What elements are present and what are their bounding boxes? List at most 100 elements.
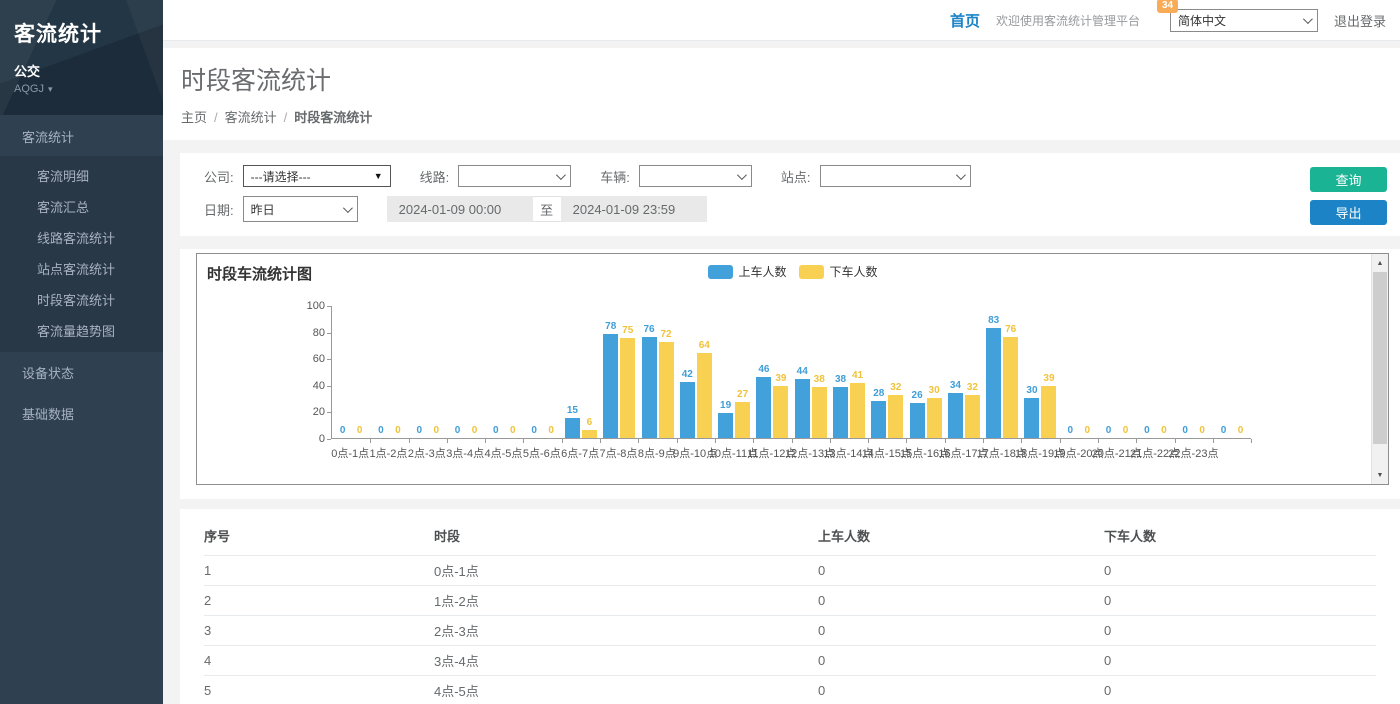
table-cell: 3 — [204, 616, 434, 646]
page-heading: 时段客流统计 主页/客流统计/时段客流统计 — [163, 48, 1400, 140]
bar-wrap: 38 — [833, 375, 848, 438]
sidebar-subitem[interactable]: 时段客流统计 — [0, 284, 163, 315]
station-select[interactable] — [820, 165, 971, 187]
x-axis-label: 6点-7点 — [561, 445, 599, 461]
x-axis-label: 4点-5点 — [484, 445, 522, 461]
vehicle-select[interactable] — [639, 165, 752, 187]
bar-wrap: 19 — [718, 401, 733, 438]
bar-wrap: 0 — [373, 426, 388, 438]
y-axis-label: 0 — [295, 433, 325, 445]
bar-wrap: 0 — [1233, 426, 1248, 438]
station-filter: 站点: — [781, 165, 971, 187]
sidebar-submenu: 客流明细客流汇总线路客流统计站点客流统计时段客流统计客流量趋势图 — [0, 156, 163, 352]
y-axis-tick — [327, 412, 331, 413]
bar-value-label: 15 — [567, 406, 578, 416]
y-axis-label: 60 — [295, 353, 325, 365]
bar-value-label: 0 — [1085, 426, 1091, 436]
line-select[interactable] — [458, 165, 571, 187]
scrollbar-thumb[interactable] — [1373, 272, 1387, 444]
bar-value-label: 0 — [1144, 426, 1150, 436]
y-axis-tick — [327, 306, 331, 307]
sidebar-subitem[interactable]: 客流汇总 — [0, 191, 163, 222]
bar-group: 00 — [332, 306, 370, 438]
date-preset-value: 昨日 — [251, 201, 275, 218]
bar-value-label: 19 — [720, 401, 731, 411]
sidebar-subitem[interactable]: 客流量趋势图 — [0, 315, 163, 346]
legend-item[interactable]: 下车人数 — [799, 263, 878, 280]
bar-value-label: 30 — [929, 386, 940, 396]
bar — [850, 383, 865, 438]
bar — [642, 337, 657, 438]
account-dropdown[interactable]: AQGJ▾ — [14, 83, 163, 95]
y-axis-tick — [327, 359, 331, 360]
bar — [965, 395, 980, 438]
scrollbar-down-arrow[interactable]: ▼ — [1372, 467, 1388, 483]
sidebar-item-base-data[interactable]: 基础数据 — [0, 393, 163, 434]
home-link[interactable]: 首页 — [950, 10, 980, 31]
date-end-input[interactable]: 2024-01-09 23:59 — [561, 196, 707, 222]
x-axis-label: 7点-8点 — [599, 445, 637, 461]
bar-wrap: 41 — [850, 371, 865, 438]
bar-group: 00 — [1175, 306, 1213, 438]
legend-label: 上车人数 — [738, 263, 786, 280]
bar-wrap: 34 — [948, 381, 963, 438]
filter-panel: 公司: ---请选择--- ▼ 线路: 车辆: — [180, 153, 1400, 236]
bar-value-label: 26 — [912, 391, 923, 401]
sidebar-subitem[interactable]: 站点客流统计 — [0, 253, 163, 284]
chevron-down-icon — [343, 203, 353, 213]
bar-wrap: 0 — [1080, 426, 1095, 438]
bar-wrap: 32 — [965, 383, 980, 438]
table-header-row: 序号时段上车人数下车人数 — [204, 517, 1376, 556]
query-button[interactable]: 查询 — [1310, 167, 1387, 192]
bar-wrap: 72 — [659, 330, 674, 438]
bar-value-label: 0 — [548, 426, 554, 436]
language-select-wrap: 34 简体中文 — [1170, 9, 1318, 32]
sidebar-item-device-status[interactable]: 设备状态 — [0, 352, 163, 393]
language-select[interactable]: 简体中文 — [1170, 9, 1318, 32]
date-preset-select[interactable]: 昨日 — [243, 196, 358, 222]
bar — [659, 342, 674, 438]
bar-wrap: 0 — [1178, 426, 1193, 438]
company-name: 公交 — [14, 61, 163, 80]
bar-group: 00 — [1060, 306, 1098, 438]
bar-wrap: 0 — [412, 426, 427, 438]
export-button[interactable]: 导出 — [1310, 200, 1387, 225]
line-label: 线路: — [420, 167, 450, 186]
bar-wrap: 46 — [756, 365, 771, 438]
app-logo-title: 客流统计 — [14, 18, 163, 48]
table-cell: 3点-4点 — [434, 646, 818, 676]
bar — [565, 418, 580, 438]
x-axis-label: 22点-23点 — [1174, 445, 1212, 461]
sidebar-subitem[interactable]: 线路客流统计 — [0, 222, 163, 253]
breadcrumb-passenger-stats[interactable]: 客流统计 — [225, 110, 277, 125]
bar-group: 3841 — [830, 306, 868, 438]
y-axis-tick — [327, 386, 331, 387]
bar — [986, 328, 1001, 438]
date-start-input[interactable]: 2024-01-09 00:00 — [387, 196, 533, 222]
sidebar-item-passenger-stats[interactable]: 客流统计 — [0, 117, 163, 156]
sidebar-subitem[interactable]: 客流明细 — [0, 160, 163, 191]
table-cell: 1点-2点 — [434, 586, 818, 616]
logout-link[interactable]: 退出登录 — [1334, 11, 1386, 30]
table-body: 10点-1点0021点-2点0032点-3点0043点-4点0054点-5点00… — [204, 556, 1376, 704]
bar-wrap: 75 — [620, 326, 635, 438]
bar-wrap: 0 — [544, 426, 559, 438]
bar-value-label: 0 — [340, 426, 346, 436]
scrollbar-up-arrow[interactable]: ▲ — [1372, 255, 1388, 271]
bar-value-label: 0 — [1221, 426, 1227, 436]
bar-wrap: 0 — [1139, 426, 1154, 438]
bar-value-label: 38 — [814, 375, 825, 385]
bar — [910, 403, 925, 438]
bar-value-label: 0 — [1238, 426, 1244, 436]
table-cell: 0 — [818, 586, 1104, 616]
bar-wrap: 0 — [429, 426, 444, 438]
bar-wrap: 0 — [467, 426, 482, 438]
vehicle-label: 车辆: — [600, 167, 630, 186]
date-filter: 日期: 昨日 — [204, 196, 358, 222]
chart-panel: 时段车流统计图 上车人数下车人数 00000000000015678757672… — [180, 249, 1400, 499]
breadcrumb-home[interactable]: 主页 — [181, 110, 207, 125]
legend-item[interactable]: 上车人数 — [707, 263, 786, 280]
company-select[interactable]: ---请选择--- ▼ — [243, 165, 391, 187]
table-cell: 0 — [1104, 586, 1376, 616]
bar-group: 2832 — [868, 306, 906, 438]
